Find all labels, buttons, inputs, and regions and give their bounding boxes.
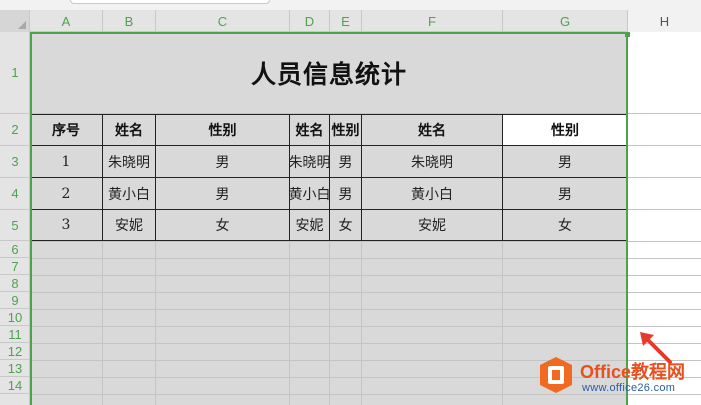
data-cell[interactable]: 安妮 <box>103 210 155 240</box>
header-cell[interactable]: 序号 <box>30 115 102 145</box>
cell-grid[interactable]: 人员信息统计 序号 姓名 性别 姓名 性别 姓名 性别 1 朱晓明 男 朱晓明 … <box>30 32 701 405</box>
column-header-e[interactable]: E <box>330 10 362 32</box>
sheet-title[interactable]: 人员信息统计 <box>30 32 628 114</box>
row-header-2[interactable]: 2 <box>0 114 30 146</box>
data-cell[interactable]: 安妮 <box>362 210 502 240</box>
gridline <box>30 326 701 327</box>
row-header-8[interactable]: 8 <box>0 275 30 292</box>
data-cell[interactable]: 1 <box>30 146 102 177</box>
column-header-a[interactable]: A <box>30 10 103 32</box>
row-header-4[interactable]: 4 <box>0 178 30 210</box>
column-header-bar: A B C D E F G H <box>0 10 701 32</box>
gridline <box>30 292 701 293</box>
data-cell[interactable]: 黄小白 <box>103 178 155 209</box>
data-cell[interactable]: 2 <box>30 178 102 209</box>
data-cell[interactable]: 男 <box>156 146 289 177</box>
data-cell[interactable]: 朱晓明 <box>103 146 155 177</box>
row-header-13[interactable]: 13 <box>0 360 30 377</box>
column-header-h[interactable]: H <box>628 10 701 32</box>
data-cell[interactable]: 男 <box>330 178 361 209</box>
window-top-strip <box>0 0 701 10</box>
gridline <box>155 241 156 405</box>
row-header-14[interactable]: 14 <box>0 377 30 394</box>
gridline <box>30 275 701 276</box>
column-header-d[interactable]: D <box>290 10 330 32</box>
data-cell[interactable]: 女 <box>503 210 627 240</box>
data-cell[interactable]: 男 <box>503 146 627 177</box>
select-all-corner[interactable] <box>0 10 30 32</box>
row-header-7[interactable]: 7 <box>0 258 30 275</box>
data-cell[interactable]: 女 <box>156 210 289 240</box>
gridline <box>30 241 701 242</box>
gridline <box>30 258 701 259</box>
header-cell[interactable]: 性别 <box>503 115 627 145</box>
column-header-g[interactable]: G <box>503 10 628 32</box>
gridline <box>30 309 701 310</box>
data-cell[interactable]: 男 <box>156 178 289 209</box>
fill-handle[interactable] <box>625 32 630 37</box>
office-logo-icon <box>540 357 572 393</box>
row-header-3[interactable]: 3 <box>0 146 30 178</box>
data-cell[interactable]: 黄小白 <box>290 178 329 209</box>
header-cell[interactable]: 姓名 <box>103 115 155 145</box>
data-cell[interactable]: 安妮 <box>290 210 329 240</box>
row-header-1[interactable]: 1 <box>0 32 30 114</box>
row-header-11[interactable]: 11 <box>0 326 30 343</box>
gridline <box>502 241 503 405</box>
watermark-brand-en: Office <box>580 362 632 382</box>
row-header-9[interactable]: 9 <box>0 292 30 309</box>
gridline <box>102 241 103 405</box>
row-header-5[interactable]: 5 <box>0 210 30 241</box>
watermark-logo: Office教程网 www.office26.com <box>538 355 698 401</box>
data-cell[interactable]: 男 <box>330 146 361 177</box>
data-cell[interactable]: 3 <box>30 210 102 240</box>
data-cell[interactable]: 朱晓明 <box>362 146 502 177</box>
gridline <box>289 241 290 405</box>
row-header-10[interactable]: 10 <box>0 309 30 326</box>
gridline <box>30 343 701 344</box>
table-border <box>627 114 628 241</box>
data-cell[interactable]: 朱晓明 <box>290 146 329 177</box>
header-cell[interactable]: 性别 <box>156 115 289 145</box>
gridline <box>628 177 701 178</box>
header-cell[interactable]: 性别 <box>330 115 361 145</box>
watermark-url: www.office26.com <box>582 382 676 394</box>
column-header-c[interactable]: C <box>156 10 290 32</box>
gridline <box>628 145 701 146</box>
row-header-12[interactable]: 12 <box>0 343 30 360</box>
column-header-f[interactable]: F <box>362 10 503 32</box>
watermark-brand-cn: 教程网 <box>631 362 686 382</box>
data-cell[interactable]: 黄小白 <box>362 178 502 209</box>
row-header-6[interactable]: 6 <box>0 241 30 258</box>
gridline <box>361 241 362 405</box>
column-header-b[interactable]: B <box>103 10 156 32</box>
gridline <box>329 241 330 405</box>
header-cell[interactable]: 姓名 <box>362 115 502 145</box>
data-cell[interactable]: 女 <box>330 210 361 240</box>
header-cell[interactable]: 姓名 <box>290 115 329 145</box>
gridline <box>628 209 701 210</box>
row-header-bar: 1 2 3 4 5 6 7 8 9 10 11 12 13 14 <box>0 32 30 405</box>
formula-bar-edge <box>70 0 270 4</box>
watermark-brand: Office教程网 <box>580 358 685 384</box>
data-cell[interactable]: 男 <box>503 178 627 209</box>
